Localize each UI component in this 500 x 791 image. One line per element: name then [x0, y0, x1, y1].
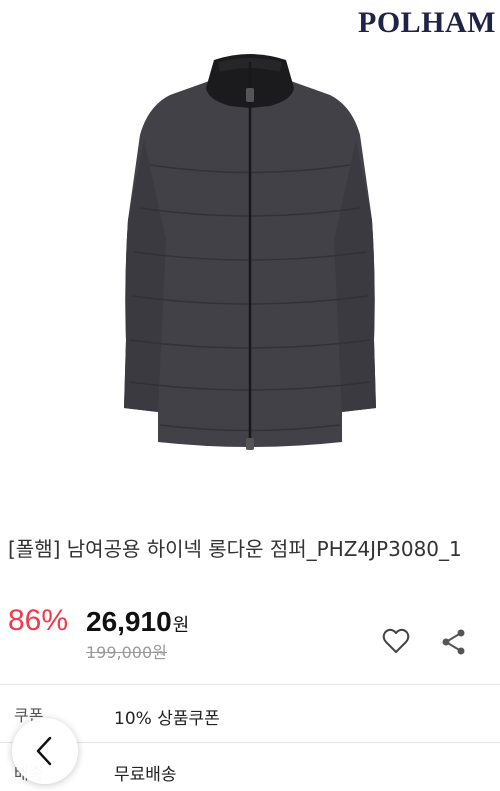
- share-icon[interactable]: [440, 628, 468, 656]
- divider: [0, 684, 500, 685]
- brand-logo: POLHAM: [358, 6, 496, 39]
- coupon-value[interactable]: 10% 상품쿠폰: [114, 704, 220, 729]
- currency-label: 원: [172, 615, 190, 635]
- sale-price-value: 26,910: [86, 606, 172, 637]
- original-price: 199,000원: [86, 643, 167, 662]
- chevron-left-icon: [36, 736, 52, 766]
- discount-rate: 86%: [8, 604, 69, 637]
- product-title: [폴햄] 남여공용 하이넥 롱다운 점퍼_PHZ4JP3080_1: [8, 537, 462, 561]
- heart-icon[interactable]: [381, 626, 411, 656]
- product-image: [124, 54, 376, 450]
- back-button[interactable]: [12, 718, 78, 784]
- sale-price: 26,910원: [86, 606, 189, 638]
- shipping-value: 무료배송: [114, 765, 177, 785]
